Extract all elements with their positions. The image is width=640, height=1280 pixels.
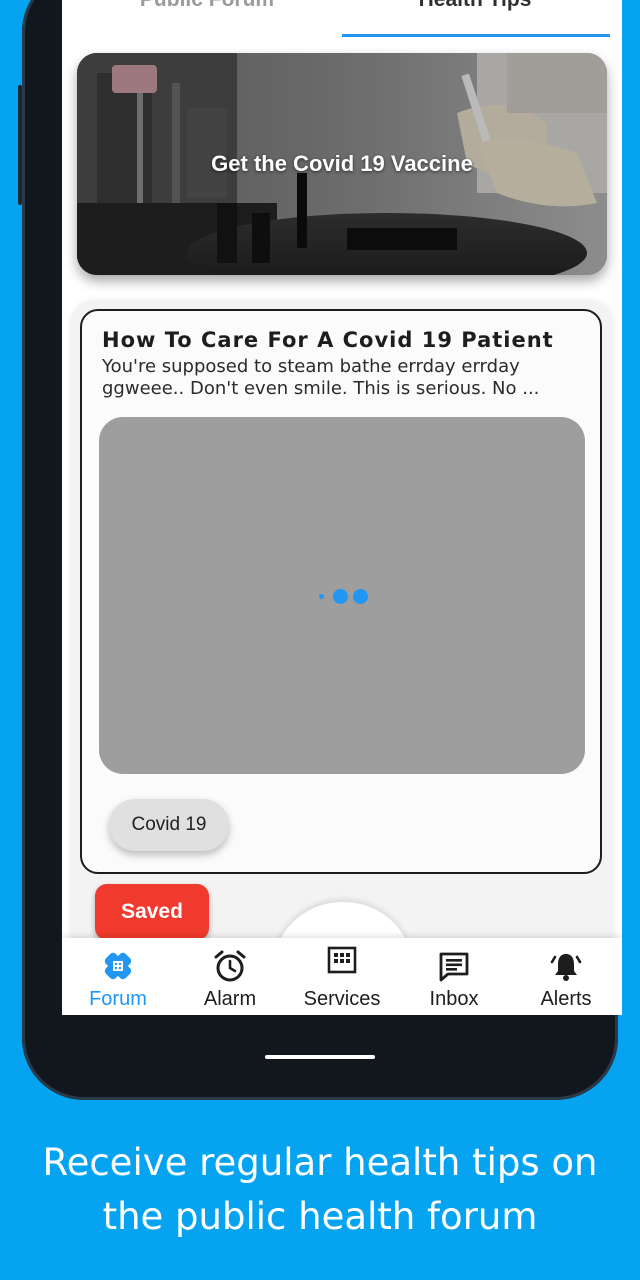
vaccine-banner[interactable]: Get the Covid 19 Vaccine xyxy=(77,53,607,275)
caption-line-2: the public health forum xyxy=(102,1195,538,1238)
nav-item-services[interactable]: Services xyxy=(286,942,398,1011)
bell-icon xyxy=(550,954,582,981)
nav-item-inbox[interactable]: Inbox xyxy=(398,948,510,1011)
post-excerpt: You're supposed to steam bathe errday er… xyxy=(102,356,540,399)
banner-title: Get the Covid 19 Vaccine xyxy=(211,151,473,176)
phone-frame: Public Forum Health Tips xyxy=(18,0,622,1100)
post-image-placeholder xyxy=(99,417,585,774)
promo-caption: Receive regular health tips on the publi… xyxy=(0,1136,640,1244)
tab-bar: Public Forum Health Tips xyxy=(62,0,622,38)
caption-line-1: Receive regular health tips on xyxy=(42,1141,598,1184)
post-title: How To Care For A Covid 19 Patient xyxy=(102,328,554,352)
nav-item-forum[interactable]: Forum xyxy=(62,948,174,1011)
nav-label-alarm: Alarm xyxy=(203,988,257,1010)
post-card[interactable]: How To Care For A Covid 19 Patient You'r… xyxy=(80,309,602,874)
loading-dot xyxy=(353,589,368,604)
nav-item-alarm[interactable]: Alarm xyxy=(174,948,286,1011)
loading-indicator xyxy=(319,586,369,606)
saved-button[interactable]: Saved xyxy=(95,884,209,940)
nav-label-services: Services xyxy=(303,988,381,1010)
power-button xyxy=(18,85,22,205)
nav-item-alerts[interactable]: Alerts xyxy=(510,948,622,1011)
loading-dot xyxy=(319,594,324,599)
bandage-icon xyxy=(104,952,132,980)
grid-icon xyxy=(327,946,357,974)
tag-chip[interactable]: Covid 19 xyxy=(109,799,229,851)
active-tab-indicator xyxy=(342,34,610,37)
message-icon xyxy=(439,952,469,982)
tab-health-tips[interactable]: Health Tips xyxy=(340,0,610,12)
alarm-clock-icon xyxy=(214,950,246,982)
nav-label-alerts: Alerts xyxy=(540,988,592,1010)
nav-label-inbox: Inbox xyxy=(429,988,479,1010)
tab-public-forum[interactable]: Public Forum xyxy=(72,0,342,12)
home-indicator[interactable] xyxy=(265,1055,375,1059)
app-screen: Public Forum Health Tips xyxy=(62,0,622,1015)
nav-label-forum: Forum xyxy=(89,988,147,1010)
loading-dot xyxy=(333,589,348,604)
